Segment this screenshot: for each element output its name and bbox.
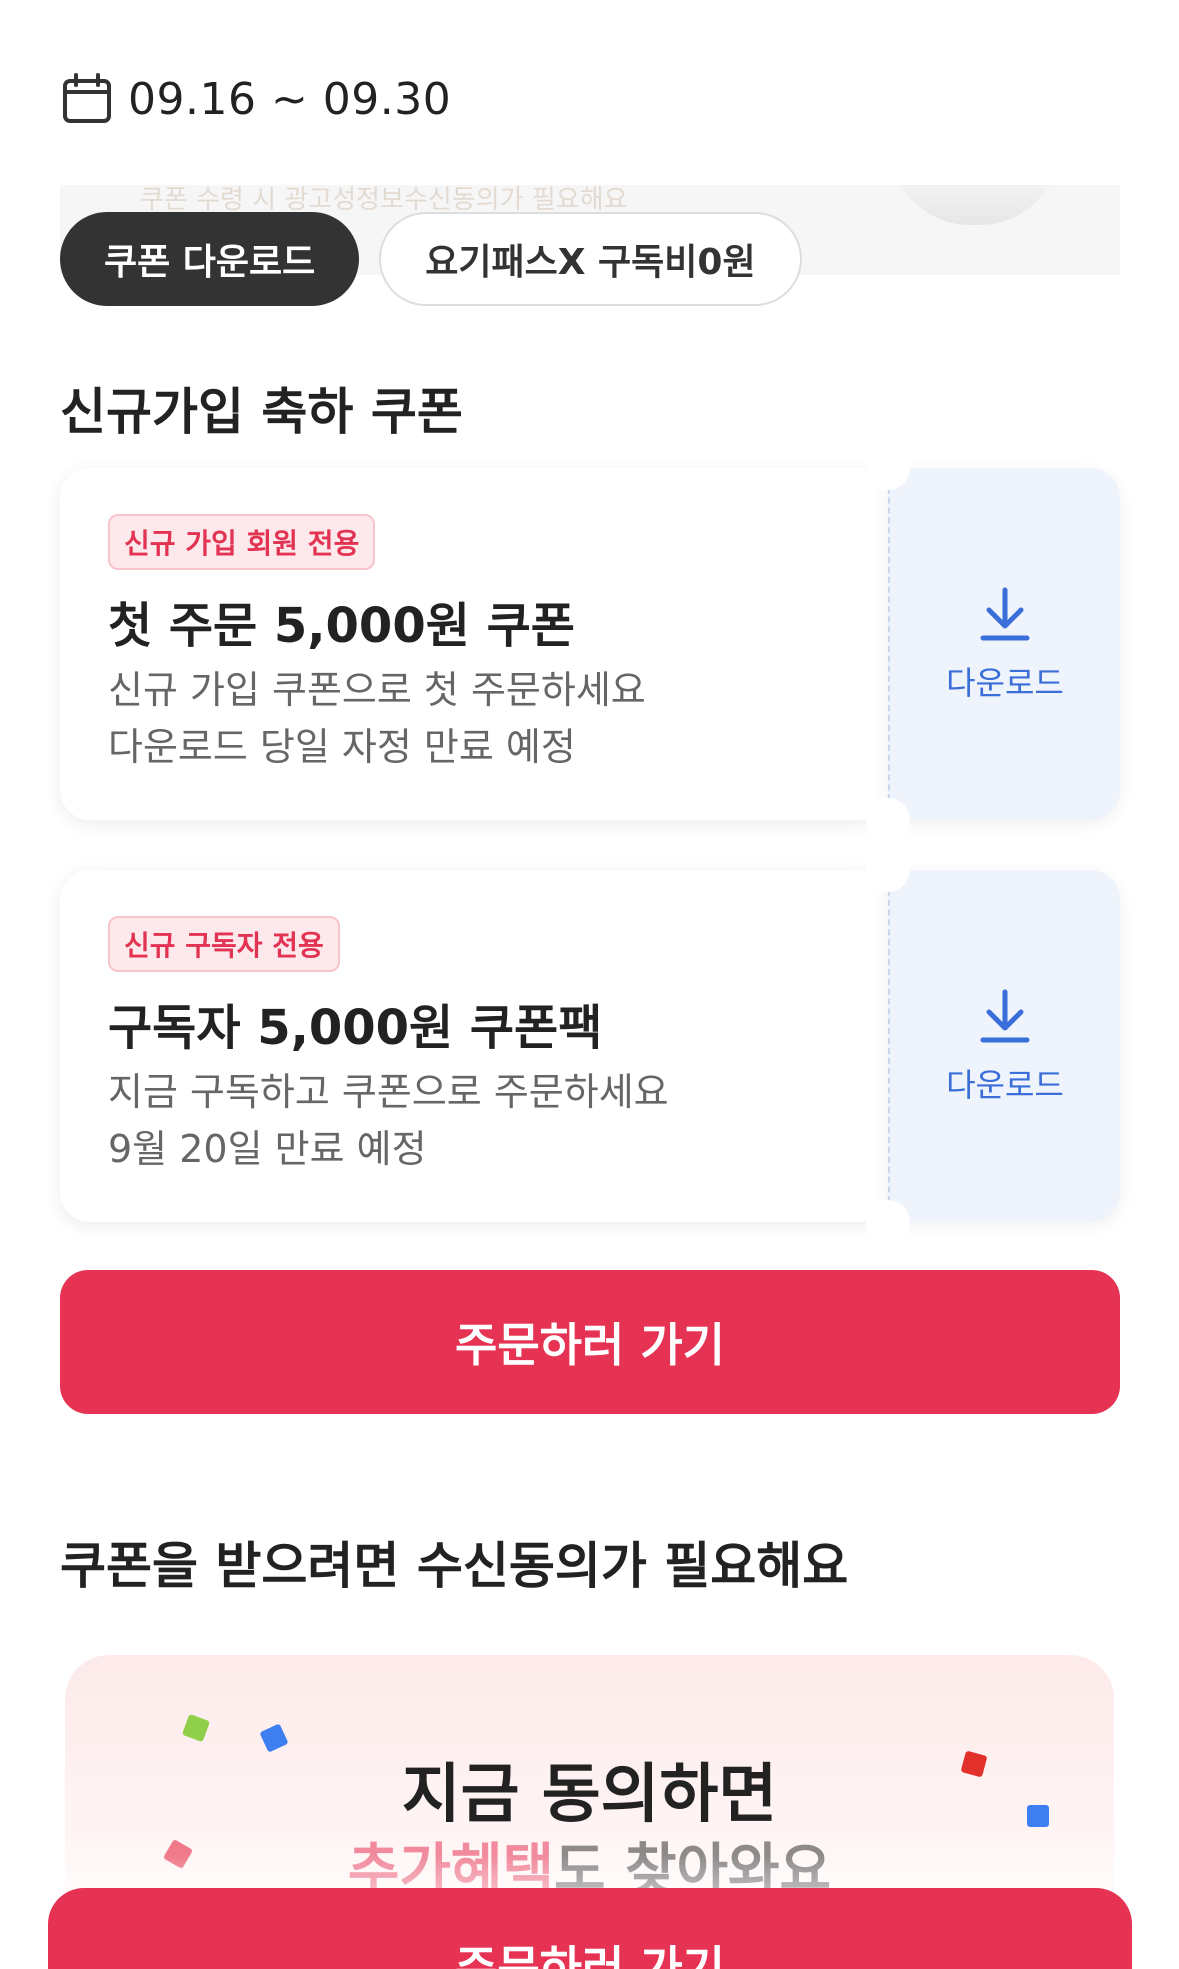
tab-bar: 쿠폰 다운로드 요기패스X 구독비0원 [60,212,802,306]
date-range-row: 09.16 ~ 09.30 [60,72,451,126]
section-title-consent: 쿠폰을 받으려면 수신동의가 필요해요 [60,1537,849,1595]
download-icon [980,587,1030,641]
tab-coupon-download[interactable]: 쿠폰 다운로드 [60,212,360,306]
coupon-badge: 신규 가입 회원 전용 [108,514,376,570]
calendar-icon [63,73,111,123]
confetti-decoration [181,1713,211,1743]
coupon-desc-line1: 지금 구독하고 쿠폰으로 주문하세요 [108,1070,669,1114]
coupon-body: 신규 가입 회원 전용 첫 주문 5,000원 쿠폰 신규 가입 쿠폰으로 첫 … [60,468,888,820]
coupon-notch [866,446,910,490]
coupon-notch [866,1200,910,1244]
coupon-desc-line2: 다운로드 당일 자정 만료 예정 [108,725,576,769]
download-icon [980,989,1030,1043]
coupon-title: 첫 주문 5,000원 쿠폰 [108,598,575,654]
banner-bowl-image [890,185,1060,225]
coupon-description: 신규 가입 쿠폰으로 첫 주문하세요 다운로드 당일 자정 만료 예정 [108,662,646,776]
header: 09.16 ~ 09.30 [0,0,1179,185]
coupon-description: 지금 구독하고 쿠폰으로 주문하세요 9월 20일 만료 예정 [108,1064,669,1178]
coupon-desc-line1: 신규 가입 쿠폰으로 첫 주문하세요 [108,668,646,712]
coupon-card-subscriber: 신규 구독자 전용 구독자 5,000원 쿠폰팩 지금 구독하고 쿠폰으로 주문… [60,848,1120,1244]
section-title-new-member: 신규가입 축하 쿠폰 [60,383,463,441]
sticky-order-now-button[interactable]: 주문하러 가기 [48,1888,1132,1969]
date-range-text: 09.16 ~ 09.30 [128,73,452,125]
order-now-button[interactable]: 주문하러 가기 [60,1270,1120,1414]
coupon-desc-line2: 9월 20일 만료 예정 [108,1127,427,1171]
coupon-body: 신규 구독자 전용 구독자 5,000원 쿠폰팩 지금 구독하고 쿠폰으로 주문… [60,870,888,1222]
coupon-title: 구독자 5,000원 쿠폰팩 [108,1000,603,1056]
coupon-card-first-order: 신규 가입 회원 전용 첫 주문 5,000원 쿠폰 신규 가입 쿠폰으로 첫 … [60,446,1120,842]
coupon-badge: 신규 구독자 전용 [108,916,340,972]
coupon-notch [866,798,910,842]
coupon-notch [866,848,910,892]
download-label: 다운로드 [946,664,1064,702]
tab-yogipass-subscription[interactable]: 요기패스X 구독비0원 [379,212,802,306]
promo-headline: 지금 동의하면 [401,1758,778,1832]
coupon-download-button[interactable]: 다운로드 [888,468,1120,820]
coupon-download-button[interactable]: 다운로드 [888,870,1120,1222]
download-label: 다운로드 [946,1066,1064,1104]
